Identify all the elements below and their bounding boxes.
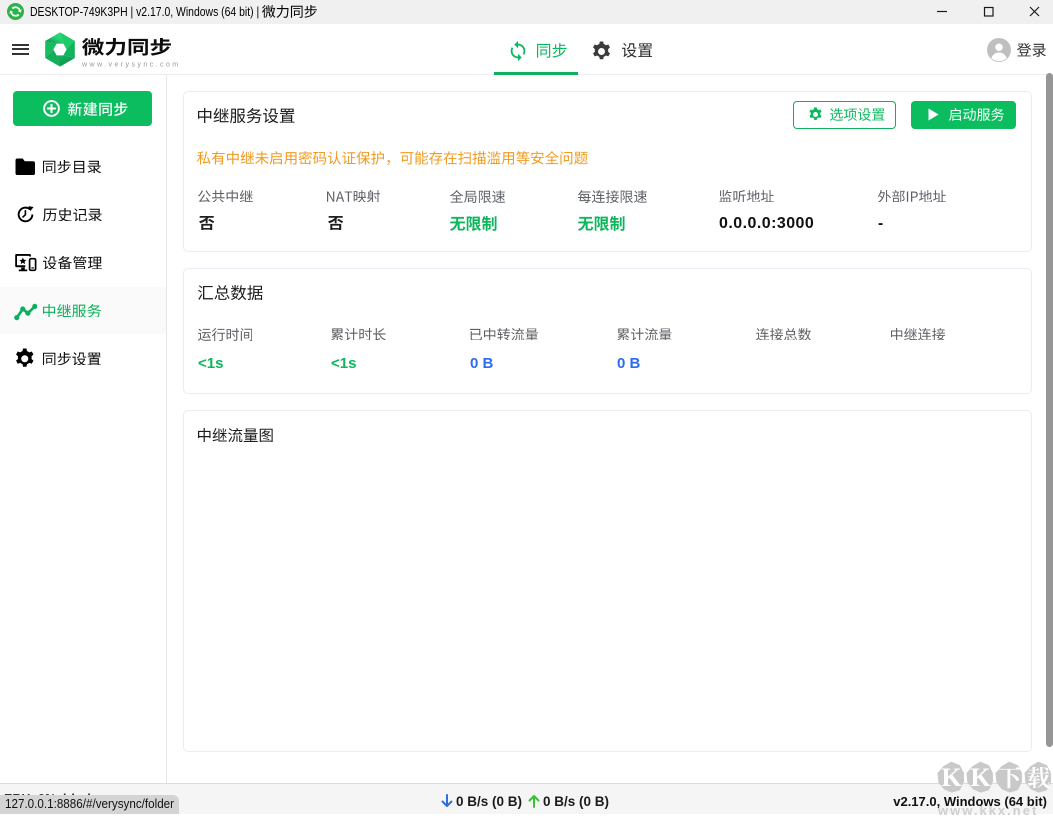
svg-text:K: K [970,763,991,792]
svg-text:K: K [941,763,962,792]
